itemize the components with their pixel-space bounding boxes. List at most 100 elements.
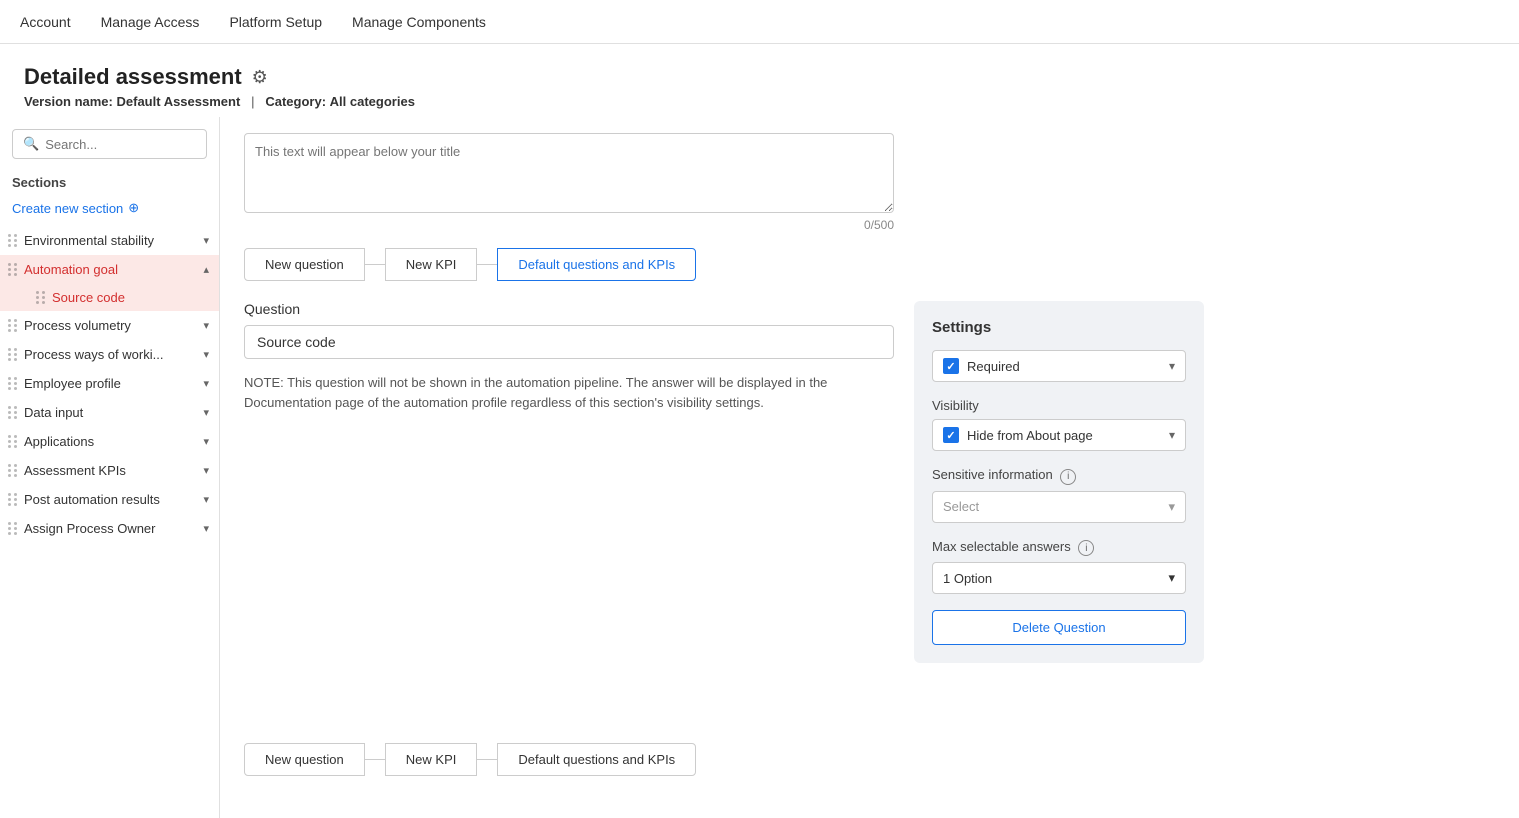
drag-handle [36,291,46,304]
question-form: Question NOTE: This question will not be… [244,301,894,663]
sidebar-item-process-ways[interactable]: Process ways of worki... ▾ [0,340,219,369]
bottom-tab-new-kpi[interactable]: New KPI [385,743,478,776]
max-answers-select[interactable]: 1 Option ▾ [932,562,1186,594]
visibility-select[interactable]: Hide from About page ▾ [932,419,1186,451]
info-icon[interactable]: i [1060,469,1076,485]
sensitive-label: Sensitive information i [932,467,1186,485]
settings-panel: Settings Required ▾ Visibility Hide from… [914,301,1204,663]
search-box[interactable]: 🔍 [12,129,207,159]
chevron-down-icon: ▾ [203,348,209,361]
tab-new-kpi[interactable]: New KPI [385,248,478,281]
max-answers-setting: Max selectable answers i 1 Option ▾ [932,539,1186,595]
tab-new-question[interactable]: New question [244,248,365,281]
drag-handle [8,406,18,419]
nav-platform-setup[interactable]: Platform Setup [229,14,322,30]
bottom-tab-default-questions[interactable]: Default questions and KPIs [497,743,696,776]
bottom-tabs: New question New KPI Default questions a… [244,743,1495,776]
sidebar-item-applications[interactable]: Applications ▾ [0,427,219,456]
question-input[interactable] [244,325,894,359]
required-label: Required [967,359,1161,374]
search-icon: 🔍 [23,136,39,152]
drag-handle [8,493,18,506]
sidebar-item-assign-process-owner[interactable]: Assign Process Owner ▾ [0,514,219,543]
sensitive-setting: Sensitive information i Select ▾ [932,467,1186,523]
create-section-label: Create new section [12,201,123,216]
top-tabs: New question New KPI Default questions a… [244,248,1495,281]
sidebar-item-employee-profile[interactable]: Employee profile ▾ [0,369,219,398]
sidebar-item-post-automation[interactable]: Post automation results ▾ [0,485,219,514]
drag-handle [8,522,18,535]
char-count: 0/500 [244,218,894,232]
chevron-down-icon: ▾ [203,377,209,390]
page-header: Detailed assessment ⚙ Version name: Defa… [0,44,1519,117]
drag-handle [8,435,18,448]
chevron-down-icon: ▾ [203,319,209,332]
drag-handle [8,319,18,332]
tab-connector [477,759,497,760]
sidebar-item-process-volumetry[interactable]: Process volumetry ▾ [0,311,219,340]
delete-question-button[interactable]: Delete Question [932,610,1186,645]
description-textarea[interactable] [244,133,894,213]
nav-account[interactable]: Account [20,14,71,30]
top-nav: Account Manage Access Platform Setup Man… [0,0,1519,44]
visibility-label: Visibility [932,398,1186,413]
sidebar-item-label: Applications [24,434,203,449]
bottom-tab-new-question[interactable]: New question [244,743,365,776]
sidebar-item-label: Environmental stability [24,233,203,248]
sidebar-item-label: Process volumetry [24,318,203,333]
drag-handle [8,234,18,247]
required-setting: Required ▾ [932,350,1186,382]
sidebar-item-label: Source code [52,290,209,305]
sidebar-item-label: Automation goal [24,262,203,277]
sensitive-placeholder: Select [943,499,979,514]
chevron-up-icon: ▴ [203,263,209,276]
chevron-down-icon: ▾ [203,464,209,477]
visibility-setting: Visibility Hide from About page ▾ [932,398,1186,451]
tab-default-questions[interactable]: Default questions and KPIs [497,248,696,281]
nav-manage-access[interactable]: Manage Access [101,14,200,30]
sidebar-item-source-code[interactable]: Source code [0,284,219,311]
gear-icon[interactable]: ⚙ [252,67,268,88]
max-answers-value: 1 Option [943,571,992,586]
drag-handle [8,464,18,477]
description-block: 0/500 [244,133,1495,232]
nav-manage-components[interactable]: Manage Components [352,14,486,30]
chevron-down-icon: ▾ [1169,428,1175,442]
chevron-down-icon: ▾ [1169,359,1175,373]
sidebar-item-automation-goal[interactable]: Automation goal ▴ [0,255,219,284]
drag-handle [8,263,18,276]
visibility-checkbox[interactable] [943,427,959,443]
sidebar-item-label: Post automation results [24,492,203,507]
main-layout: 🔍 Sections Create new section ⊕ Environm… [0,117,1519,818]
sidebar-item-assessment-kpis[interactable]: Assessment KPIs ▾ [0,456,219,485]
search-input[interactable] [45,137,196,152]
sidebar-item-label: Assign Process Owner [24,521,203,536]
page-title: Detailed assessment [24,64,242,90]
create-section-button[interactable]: Create new section ⊕ [0,196,219,226]
tab-connector [477,264,497,265]
question-label: Question [244,301,894,317]
info-icon[interactable]: i [1078,540,1094,556]
required-select[interactable]: Required ▾ [932,350,1186,382]
chevron-down-icon: ▾ [203,234,209,247]
tab-connector [365,759,385,760]
sidebar-item-data-input[interactable]: Data input ▾ [0,398,219,427]
chevron-down-icon: ▾ [1168,570,1175,586]
sections-label: Sections [0,171,219,196]
sensitive-select[interactable]: Select ▾ [932,491,1186,523]
required-checkbox[interactable] [943,358,959,374]
chevron-down-icon: ▾ [203,522,209,535]
visibility-value: Hide from About page [967,428,1161,443]
plus-circle-icon: ⊕ [128,200,139,216]
content-area: 0/500 New question New KPI Default quest… [220,117,1519,818]
tab-connector [365,264,385,265]
chevron-down-icon: ▾ [1168,499,1175,515]
drag-handle [8,377,18,390]
sidebar-item-environmental-stability[interactable]: Environmental stability ▾ [0,226,219,255]
sidebar-item-label: Data input [24,405,203,420]
sidebar-item-label: Employee profile [24,376,203,391]
sidebar-item-label: Assessment KPIs [24,463,203,478]
chevron-down-icon: ▾ [203,406,209,419]
page-meta: Version name: Default Assessment | Categ… [24,94,1495,109]
chevron-down-icon: ▾ [203,435,209,448]
